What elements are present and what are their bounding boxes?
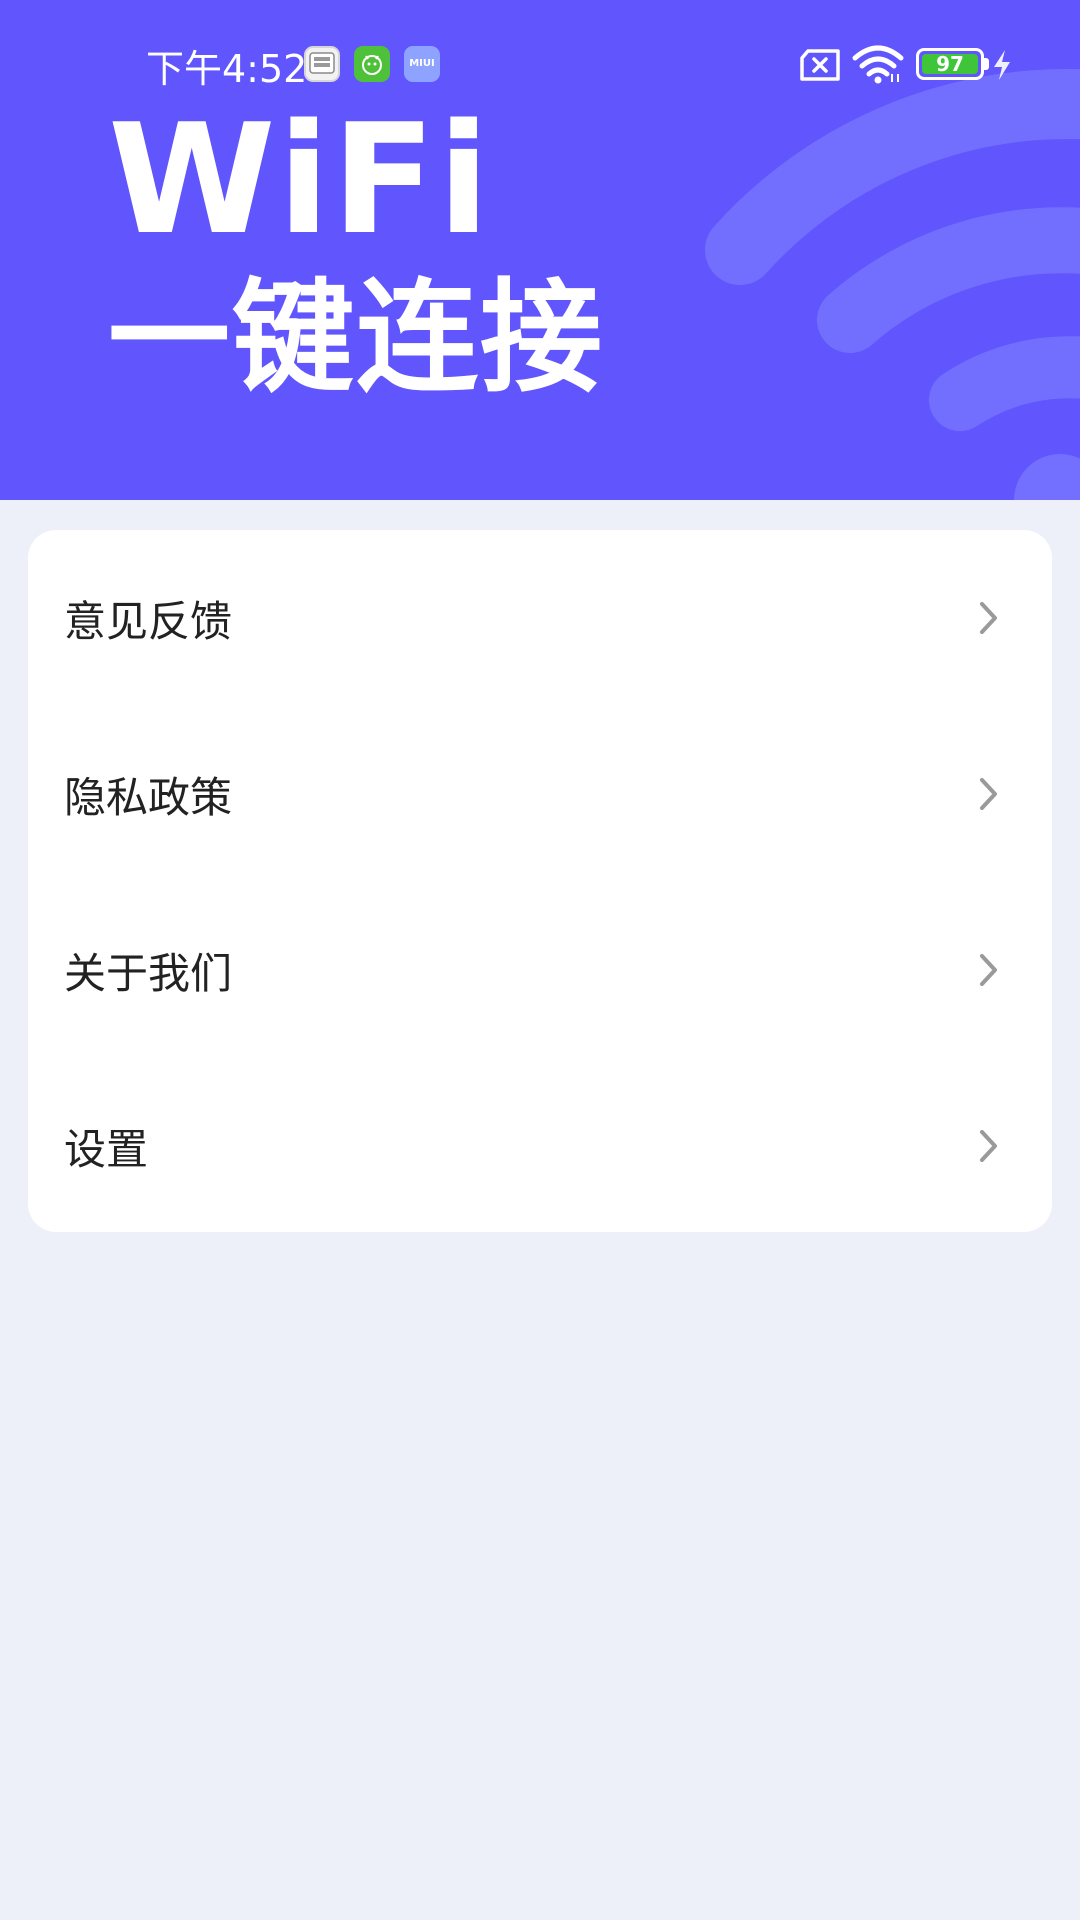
settings-menu-card: 意见反馈 隐私政策 关于我们 设置 bbox=[28, 530, 1052, 1232]
chevron-right-icon bbox=[980, 778, 997, 810]
menu-item-label: 意见反馈 bbox=[64, 596, 233, 646]
banner-title-wifi: WiFi bbox=[108, 91, 492, 268]
banner-title: WiFi 一键连接 bbox=[108, 91, 604, 409]
battery-level: 97 bbox=[922, 54, 978, 74]
chevron-right-icon bbox=[980, 954, 997, 986]
battery-icon: 97 bbox=[916, 48, 984, 80]
battery-cap bbox=[984, 58, 989, 70]
banner-title-subtitle: 一键连接 bbox=[108, 267, 604, 409]
header-banner: 下午4:52 MIUI 97 WiFi 一键连接 bbox=[0, 0, 1080, 500]
charging-icon bbox=[994, 50, 1010, 80]
wifi-icon bbox=[852, 45, 904, 84]
menu-item-settings[interactable]: 设置 bbox=[28, 1058, 1052, 1234]
menu-item-feedback[interactable]: 意见反馈 bbox=[28, 530, 1052, 706]
miui-app-icon: MIUI bbox=[404, 46, 440, 82]
menu-item-label: 隐私政策 bbox=[64, 772, 233, 822]
menu-item-privacy-policy[interactable]: 隐私政策 bbox=[28, 706, 1052, 882]
no-sim-icon bbox=[800, 49, 840, 81]
green-robot-app-icon bbox=[354, 46, 390, 82]
chevron-right-icon bbox=[980, 1130, 997, 1162]
menu-item-about-us[interactable]: 关于我们 bbox=[28, 882, 1052, 1058]
status-time: 下午4:52 bbox=[146, 47, 308, 91]
blood-pressure-app-icon bbox=[304, 46, 340, 82]
menu-item-label: 设置 bbox=[64, 1124, 149, 1174]
chevron-right-icon bbox=[980, 602, 997, 634]
menu-item-label: 关于我们 bbox=[64, 948, 233, 998]
